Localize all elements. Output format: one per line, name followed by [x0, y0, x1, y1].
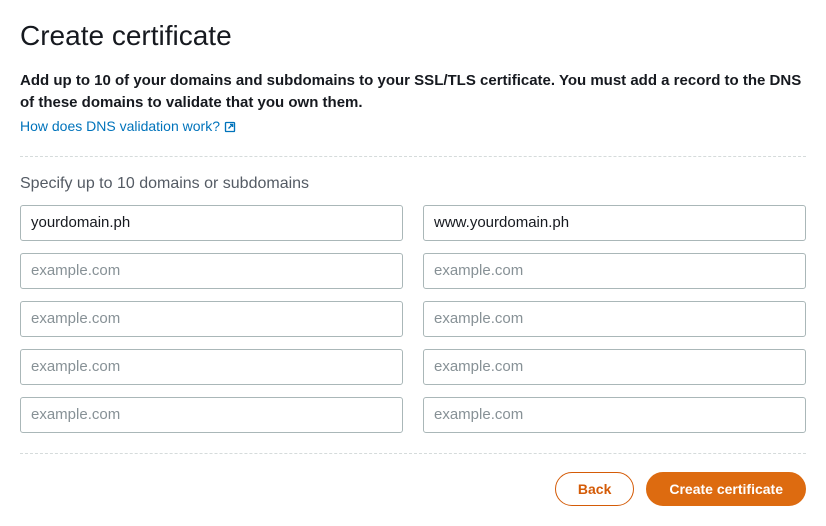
- help-link-label: How does DNS validation work?: [20, 118, 220, 134]
- domain-input-4[interactable]: [423, 253, 806, 289]
- domain-input-10[interactable]: [423, 397, 806, 433]
- domains-section-label: Specify up to 10 domains or subdomains: [20, 175, 806, 193]
- divider: [20, 156, 806, 157]
- create-certificate-button[interactable]: Create certificate: [646, 472, 806, 506]
- external-link-icon: [224, 120, 236, 132]
- domain-input-7[interactable]: [20, 349, 403, 385]
- divider: [20, 453, 806, 454]
- dns-validation-help-link[interactable]: How does DNS validation work?: [20, 118, 236, 134]
- domain-input-8[interactable]: [423, 349, 806, 385]
- domain-input-9[interactable]: [20, 397, 403, 433]
- back-button[interactable]: Back: [555, 472, 634, 506]
- domain-input-6[interactable]: [423, 301, 806, 337]
- page-title: Create certificate: [20, 20, 806, 52]
- domain-input-5[interactable]: [20, 301, 403, 337]
- button-row: Back Create certificate: [20, 472, 806, 506]
- domain-input-2[interactable]: [423, 205, 806, 241]
- instruction-text: Add up to 10 of your domains and subdoma…: [20, 70, 806, 114]
- domain-input-1[interactable]: [20, 205, 403, 241]
- domain-input-3[interactable]: [20, 253, 403, 289]
- domain-input-grid: [20, 205, 806, 433]
